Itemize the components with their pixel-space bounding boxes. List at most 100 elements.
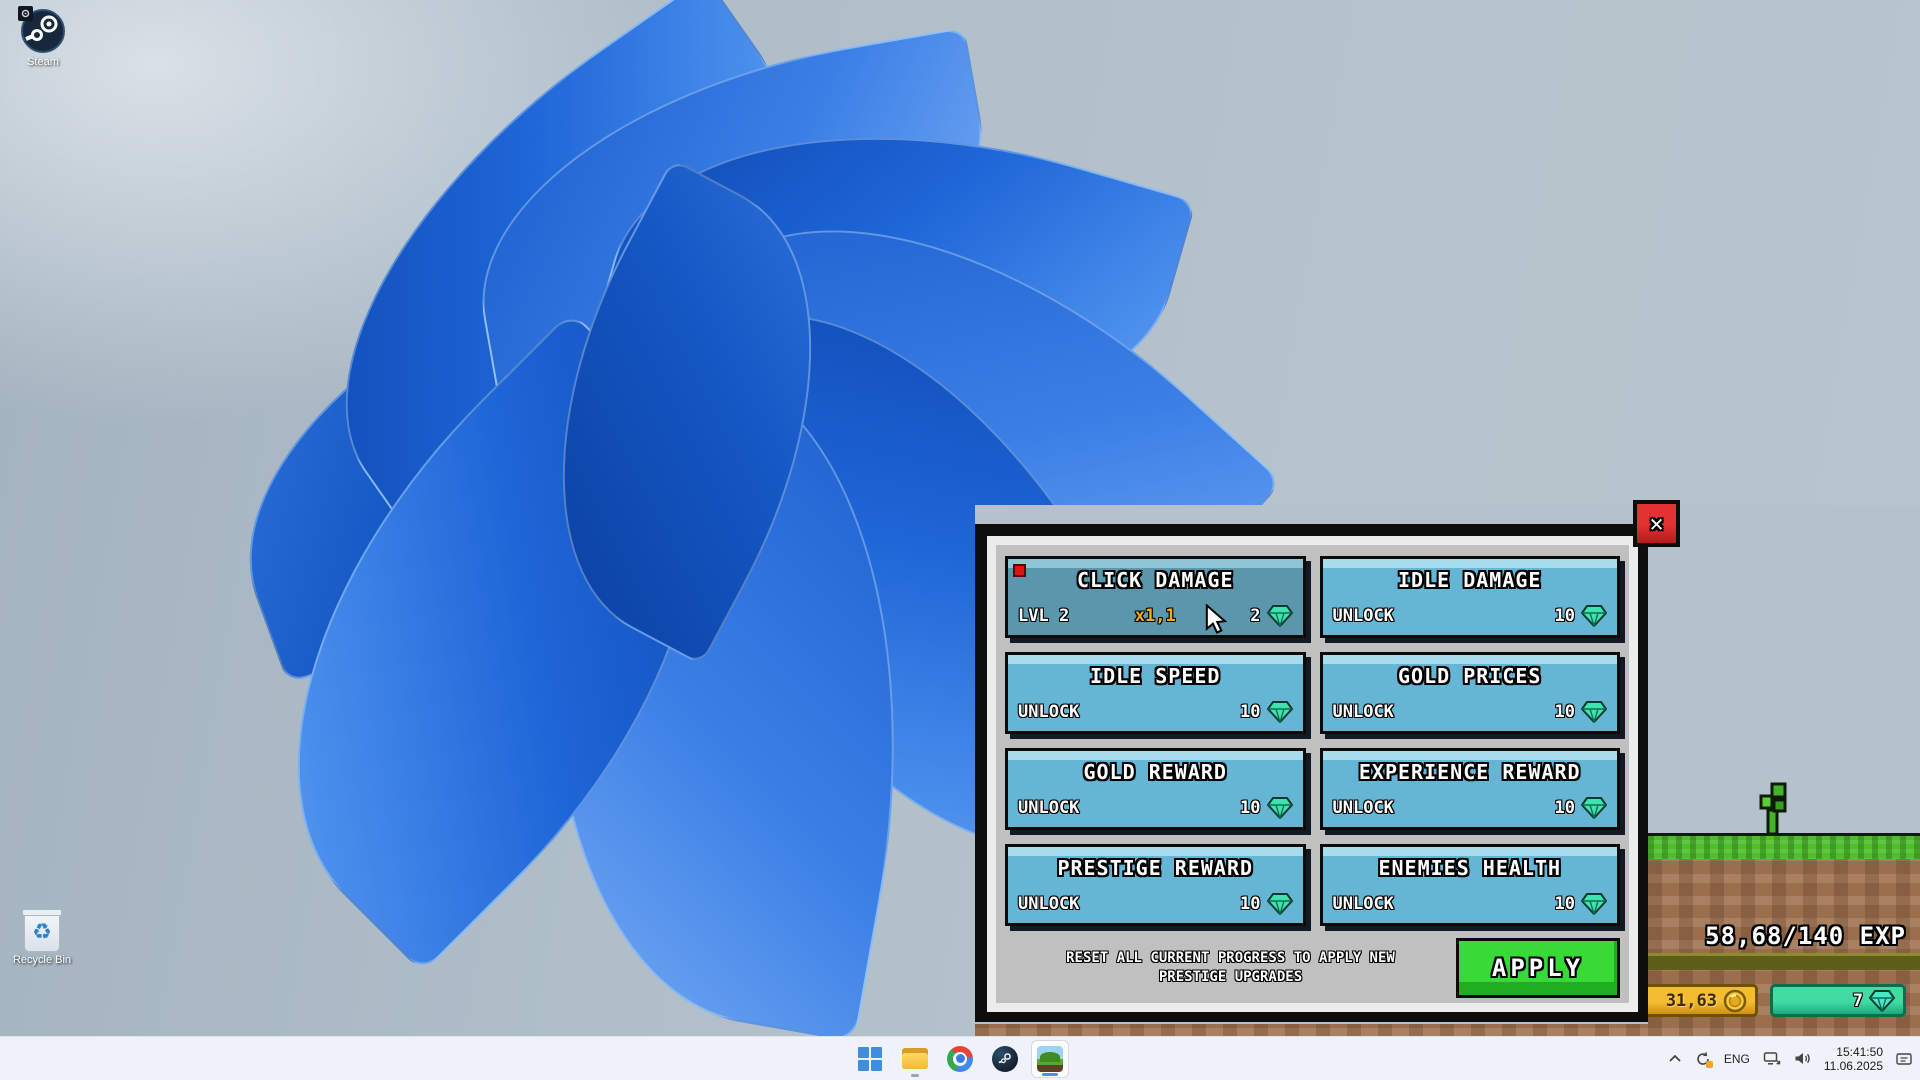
upgrade-info-row: UNLOCK 10 xyxy=(1018,700,1293,724)
gem-icon xyxy=(1267,893,1293,915)
upgrade-tile-idle-damage[interactable]: IDLE DAMAGE UNLOCK 10 xyxy=(1320,556,1621,638)
reset-warning-line1: RESET ALL CURRENT PROGRESS TO APPLY NEW xyxy=(1011,949,1450,968)
gem-icon xyxy=(1267,605,1293,627)
tray-time: 15:41:50 xyxy=(1824,1045,1883,1059)
mouse-cursor xyxy=(1205,604,1229,636)
gem-counter: 7 xyxy=(1770,984,1906,1017)
upgrade-cost: 10 xyxy=(1240,702,1260,722)
upgrade-cost: 2 xyxy=(1250,606,1260,626)
upgrade-cost: 10 xyxy=(1555,702,1575,722)
upgrade-status: UNLOCK xyxy=(1018,702,1079,722)
gem-icon xyxy=(1267,797,1293,819)
upgrade-status: UNLOCK xyxy=(1018,798,1079,818)
taskbar-center xyxy=(851,1037,1069,1080)
tray-date: 11.06.2025 xyxy=(1824,1059,1883,1073)
dialog-content: CLICK DAMAGE LVL 2 x1,1 2 IDLE DA xyxy=(996,545,1629,1003)
desktop-icon-recycle-bin[interactable]: ♻ Recycle Bin xyxy=(10,912,74,966)
desktop-icon-steam[interactable]: Steam xyxy=(8,8,78,68)
upgrade-tile-enemies-health[interactable]: ENEMIES HEALTH UNLOCK 10 xyxy=(1320,844,1621,926)
upgrade-info-row: UNLOCK 10 xyxy=(1018,892,1293,916)
gem-icon xyxy=(1581,701,1607,723)
coin-icon xyxy=(1723,989,1747,1013)
gold-value: 31,63 xyxy=(1666,991,1717,1011)
windows-start-icon xyxy=(858,1047,882,1071)
screen: Steam ♻ Recycle Bin 58,68/140 EXP 31,63 … xyxy=(0,0,1920,1080)
upgrade-info-row: UNLOCK 10 xyxy=(1018,796,1293,820)
file-explorer-icon xyxy=(902,1048,928,1069)
upgrade-title: EXPERIENCE REWARD xyxy=(1323,760,1618,784)
tray-clock[interactable]: 15:41:50 11.06.2025 xyxy=(1824,1045,1883,1073)
close-button[interactable]: ✕ xyxy=(1633,500,1680,547)
prestige-dialog: CLICK DAMAGE LVL 2 x1,1 2 IDLE DA xyxy=(975,524,1648,1022)
dialog-footer: RESET ALL CURRENT PROGRESS TO APPLY NEW … xyxy=(1005,938,1620,998)
gem-value: 7 xyxy=(1853,991,1863,1011)
upgrade-cost: 10 xyxy=(1555,798,1575,818)
taskbar-game-window[interactable] xyxy=(1031,1040,1069,1078)
upgrade-title: CLICK DAMAGE xyxy=(1008,568,1303,592)
gem-icon xyxy=(1581,893,1607,915)
taskbar: ENG 15:41:50 11.06.2025 xyxy=(0,1036,1920,1080)
upgrade-status: UNLOCK xyxy=(1333,606,1394,626)
upgrade-tile-idle-speed[interactable]: IDLE SPEED UNLOCK 10 xyxy=(1005,652,1306,734)
upgrade-tile-gold-reward[interactable]: GOLD REWARD UNLOCK 10 xyxy=(1005,748,1306,830)
tray-chevron-up-icon[interactable] xyxy=(1668,1054,1682,1063)
tray-language[interactable]: ENG xyxy=(1724,1052,1750,1066)
upgrade-info-row: UNLOCK 10 xyxy=(1333,700,1608,724)
gem-icon xyxy=(1869,990,1895,1012)
gold-counter: 31,63 xyxy=(1638,984,1758,1017)
tray-network-icon[interactable] xyxy=(1763,1051,1781,1066)
recycle-glyph: ♻ xyxy=(25,917,59,951)
upgrade-info-row: LVL 2 x1,1 2 xyxy=(1018,604,1293,628)
gem-icon xyxy=(1267,701,1293,723)
shortcut-badge-icon xyxy=(18,6,33,21)
upgrade-tile-experience-reward[interactable]: EXPERIENCE REWARD UNLOCK 10 xyxy=(1320,748,1621,830)
desktop-icon-label: Steam xyxy=(8,56,78,68)
upgrade-cost: 10 xyxy=(1555,894,1575,914)
upgrade-tile-click-damage[interactable]: CLICK DAMAGE LVL 2 x1,1 2 xyxy=(1005,556,1306,638)
upgrade-status: UNLOCK xyxy=(1333,702,1394,722)
system-tray: ENG 15:41:50 11.06.2025 xyxy=(1668,1037,1912,1080)
tray-notification-icon[interactable] xyxy=(1896,1051,1912,1067)
upgrade-status: UNLOCK xyxy=(1333,798,1394,818)
upgrade-info-row: UNLOCK 10 xyxy=(1333,796,1608,820)
upgrade-tile-gold-prices[interactable]: GOLD PRICES UNLOCK 10 xyxy=(1320,652,1621,734)
desktop-icon-label: Recycle Bin xyxy=(10,954,74,966)
close-icon: ✕ xyxy=(1650,511,1664,537)
pixel-plant xyxy=(1755,780,1791,836)
chrome-icon xyxy=(947,1046,973,1072)
active-indicator xyxy=(1042,1073,1058,1076)
owned-indicator xyxy=(1013,564,1026,577)
upgrade-grid: CLICK DAMAGE LVL 2 x1,1 2 IDLE DA xyxy=(1005,556,1620,926)
dialog-frame: CLICK DAMAGE LVL 2 x1,1 2 IDLE DA xyxy=(987,536,1638,1012)
upgrade-title: PRESTIGE REWARD xyxy=(1008,856,1303,880)
reset-warning: RESET ALL CURRENT PROGRESS TO APPLY NEW … xyxy=(1005,949,1456,987)
apply-button[interactable]: APPLY xyxy=(1456,938,1620,998)
taskbar-steam[interactable] xyxy=(986,1040,1024,1078)
gem-icon xyxy=(1581,605,1607,627)
upgrade-info-row: UNLOCK 10 xyxy=(1333,892,1608,916)
upgrade-title: IDLE DAMAGE xyxy=(1323,568,1618,592)
gem-icon xyxy=(1581,797,1607,819)
tray-sync-icon[interactable] xyxy=(1695,1051,1711,1067)
upgrade-title: ENEMIES HEALTH xyxy=(1323,856,1618,880)
upgrade-status: UNLOCK xyxy=(1333,894,1394,914)
taskbar-file-explorer[interactable] xyxy=(896,1040,934,1078)
sync-badge xyxy=(1706,1061,1713,1068)
upgrade-title: GOLD REWARD xyxy=(1008,760,1303,784)
grass-terrain xyxy=(1648,833,1920,862)
game-icon xyxy=(1037,1046,1063,1072)
upgrade-cost: 10 xyxy=(1240,894,1260,914)
upgrade-cost: 10 xyxy=(1240,798,1260,818)
start-button[interactable] xyxy=(851,1040,889,1078)
tray-speaker-icon[interactable] xyxy=(1794,1051,1811,1066)
recycle-bin-icon: ♻ xyxy=(24,912,60,952)
running-indicator xyxy=(911,1074,919,1077)
steam-icon xyxy=(992,1046,1018,1072)
taskbar-chrome[interactable] xyxy=(941,1040,979,1078)
upgrade-title: GOLD PRICES xyxy=(1323,664,1618,688)
upgrade-cost: 10 xyxy=(1555,606,1575,626)
upgrade-tile-prestige-reward[interactable]: PRESTIGE REWARD UNLOCK 10 xyxy=(1005,844,1306,926)
upgrade-multiplier: x1,1 xyxy=(1135,606,1176,626)
reset-warning-line2: PRESTIGE UPGRADES xyxy=(1011,968,1450,987)
upgrade-title: IDLE SPEED xyxy=(1008,664,1303,688)
